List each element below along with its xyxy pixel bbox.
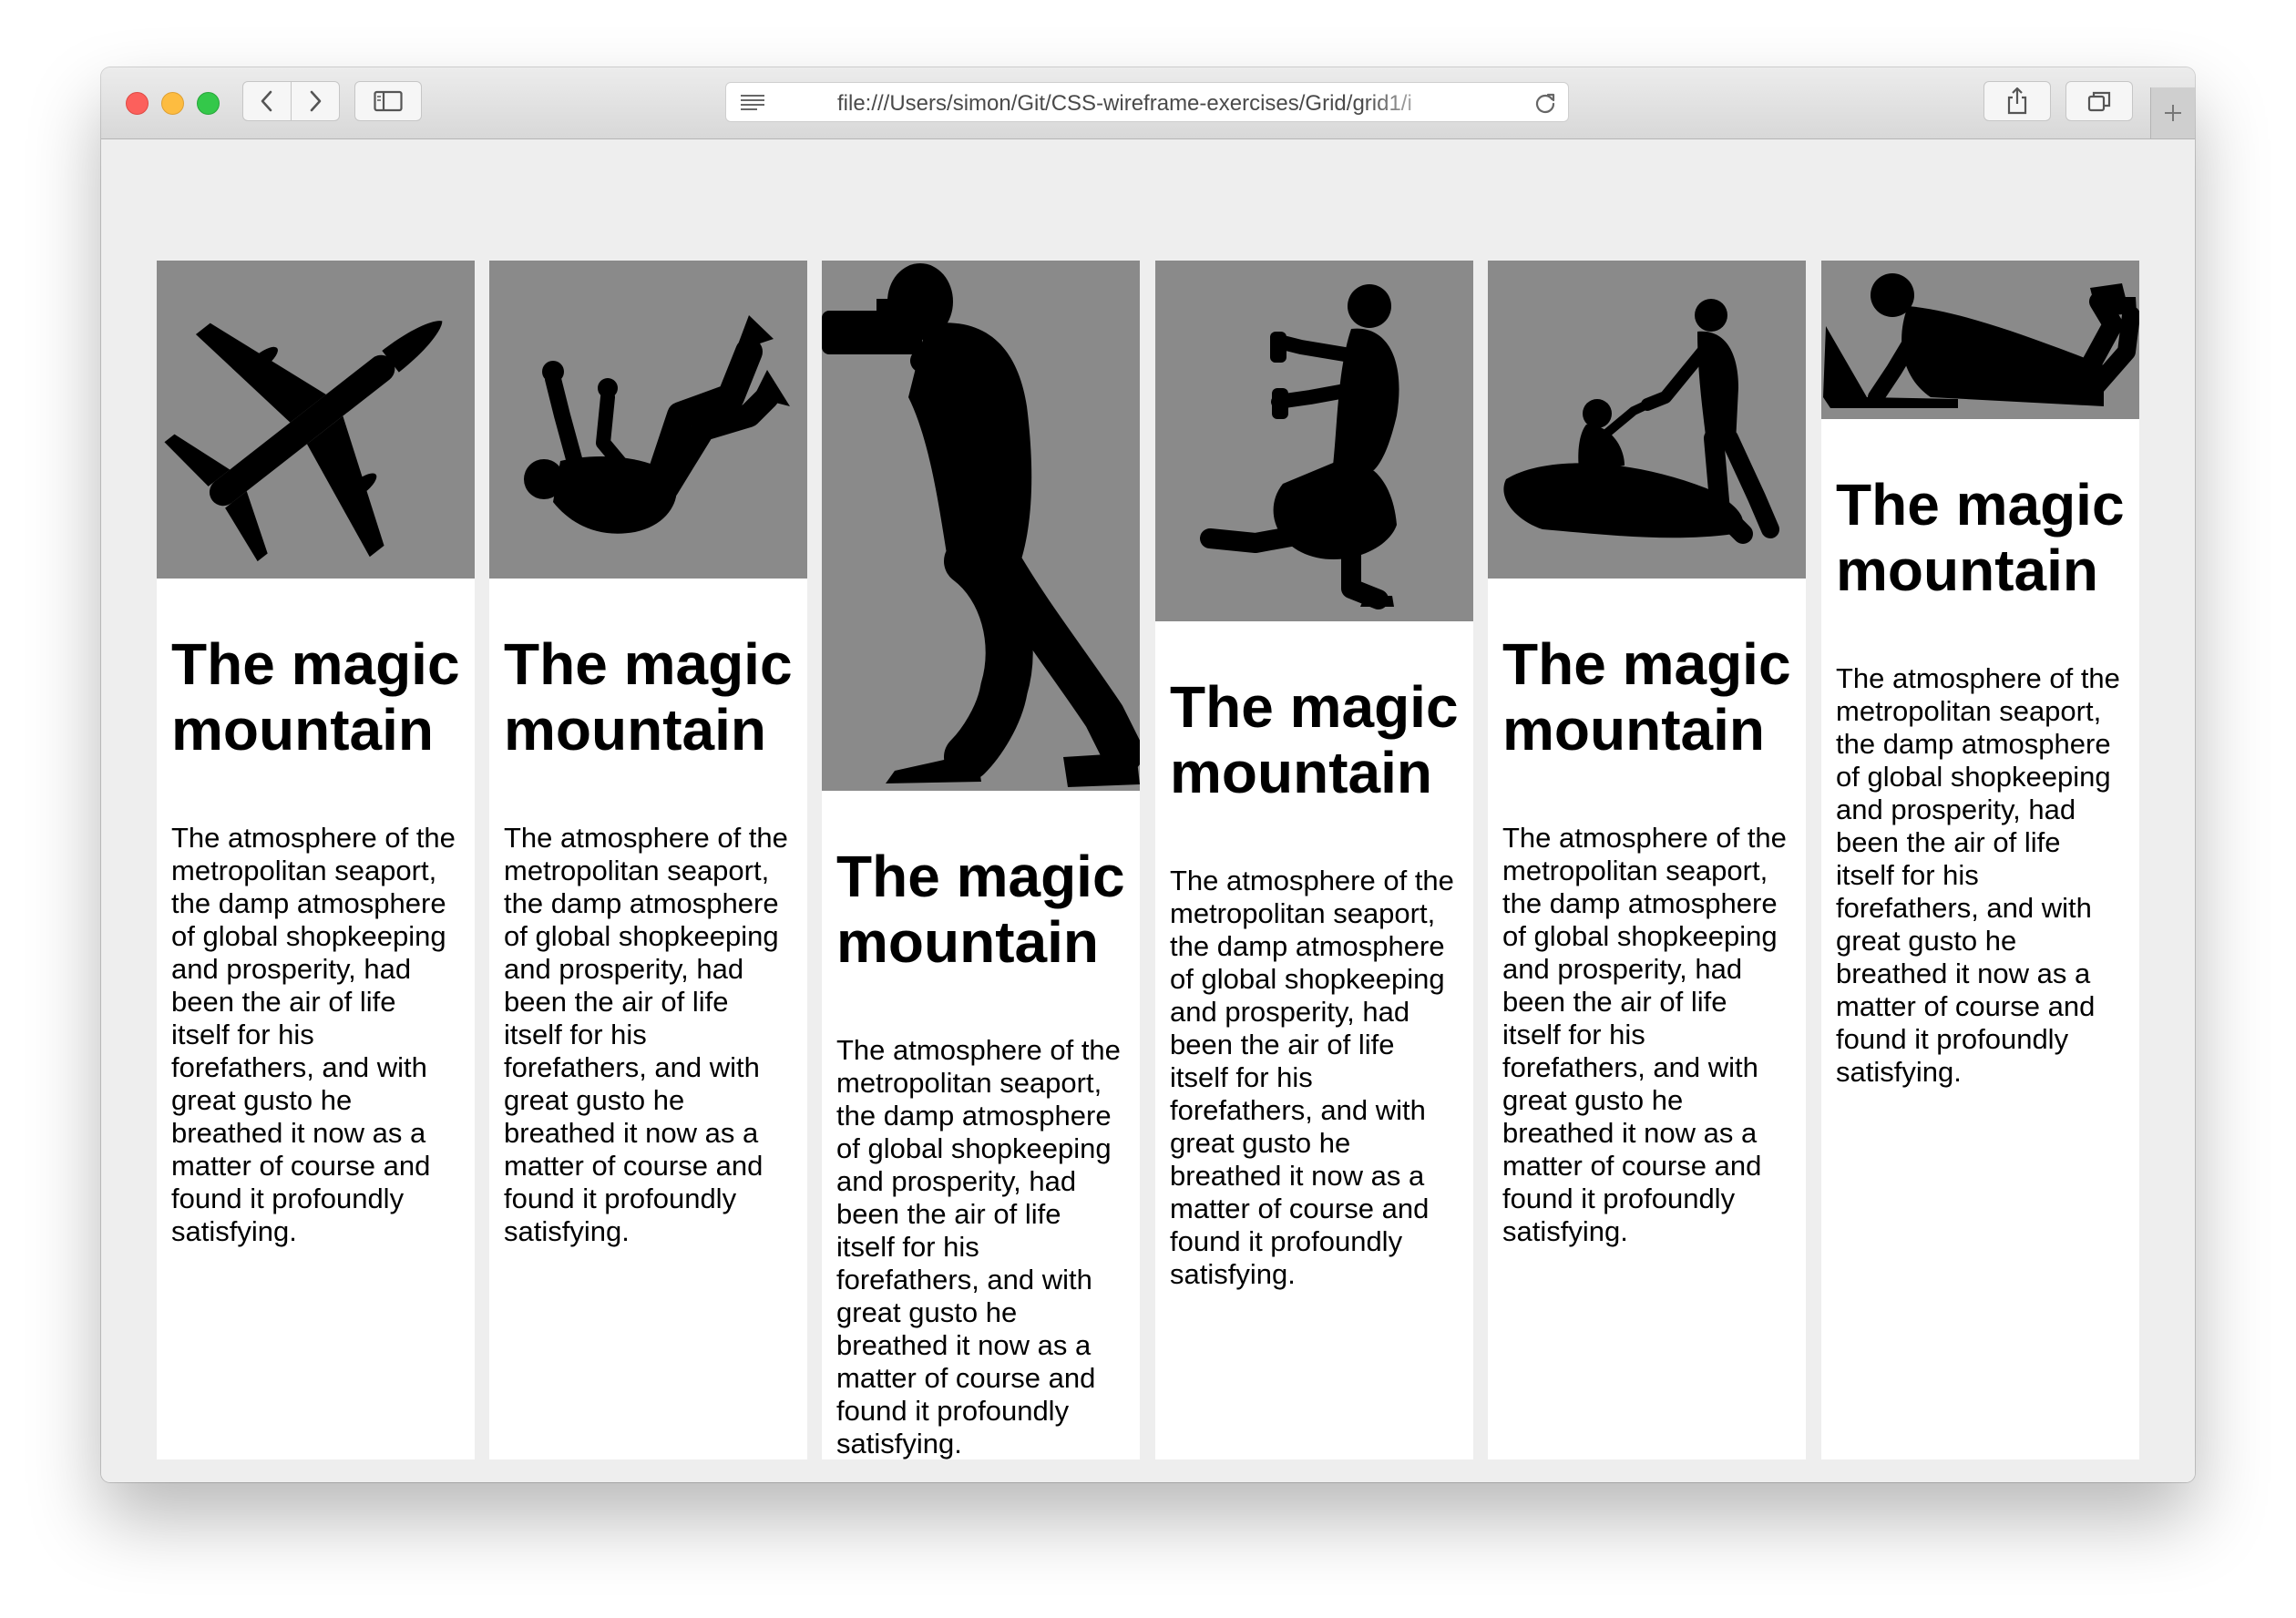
browser-toolbar: file:///Users/simon/Git/CSS-wireframe-ex… — [101, 67, 2195, 139]
article-card: The magic mountain The atmosphere of the… — [1155, 261, 1473, 1459]
card-title: The magic mountain — [1836, 472, 2125, 603]
article-card: The magic mountain The atmosphere of the… — [1821, 261, 2139, 1459]
browser-window: file:///Users/simon/Git/CSS-wireframe-ex… — [101, 67, 2195, 1482]
falling-man-silhouette-icon — [524, 315, 790, 534]
card-image — [1155, 261, 1473, 621]
zoom-window-button[interactable] — [197, 92, 220, 115]
sidebar-icon — [374, 90, 403, 112]
page-content: The magic mountain The atmosphere of the… — [101, 139, 2195, 1482]
card-text: The atmosphere of the metropolitan seapo… — [836, 1034, 1121, 1459]
back-arrow-icon — [261, 90, 272, 112]
minimize-window-button[interactable] — [161, 92, 184, 115]
share-button[interactable] — [1983, 81, 2051, 121]
address-url: file:///Users/simon/Git/CSS-wireframe-ex… — [837, 91, 1412, 116]
card-text: The atmosphere of the metropolitan seapo… — [1502, 822, 1787, 1247]
card-text: The atmosphere of the metropolitan seapo… — [171, 822, 456, 1247]
card-image — [1821, 261, 2139, 419]
card-image — [1488, 261, 1806, 579]
card-text: The atmosphere of the metropolitan seapo… — [504, 822, 788, 1247]
photographer-silhouette-icon — [822, 263, 1140, 787]
card-text: The atmosphere of the metropolitan seapo… — [1170, 865, 1454, 1290]
article-card: The magic mountain The atmosphere of the… — [822, 261, 1140, 1459]
close-window-button[interactable] — [126, 92, 149, 115]
card-title: The magic mountain — [836, 844, 1125, 975]
forward-button[interactable] — [291, 81, 340, 121]
card-image — [157, 261, 475, 579]
article-card: The magic mountain The atmosphere of the… — [157, 261, 475, 1459]
reader-icon — [741, 95, 764, 110]
man-with-laptop-silhouette-icon — [1823, 273, 2139, 408]
card-title: The magic mountain — [1170, 674, 1459, 805]
card-text: The atmosphere of the metropolitan seapo… — [1836, 662, 2120, 1088]
show-tabs-button[interactable] — [2065, 81, 2133, 121]
new-tab-button[interactable] — [2150, 87, 2195, 138]
card-title: The magic mountain — [504, 631, 793, 763]
couple-silhouette-icon — [1503, 299, 1779, 544]
card-image — [489, 261, 807, 579]
article-card: The magic mountain The atmosphere of the… — [489, 261, 807, 1459]
back-button[interactable] — [242, 81, 292, 121]
article-card: The magic mountain The atmosphere of the… — [1488, 261, 1806, 1459]
tabs-icon — [2087, 91, 2111, 112]
address-bar[interactable]: file:///Users/simon/Git/CSS-wireframe-ex… — [725, 82, 1569, 122]
dancer-silhouette-icon — [1200, 284, 1399, 609]
plus-icon — [2165, 105, 2181, 121]
airplane-silhouette-icon — [164, 321, 443, 562]
card-image — [822, 261, 1140, 791]
forward-arrow-icon — [310, 90, 322, 112]
reload-icon[interactable] — [1533, 91, 1557, 115]
sidebar-toggle-button[interactable] — [354, 81, 422, 121]
card-title: The magic mountain — [171, 631, 460, 763]
share-icon — [2007, 87, 2027, 115]
card-title: The magic mountain — [1502, 631, 1791, 763]
